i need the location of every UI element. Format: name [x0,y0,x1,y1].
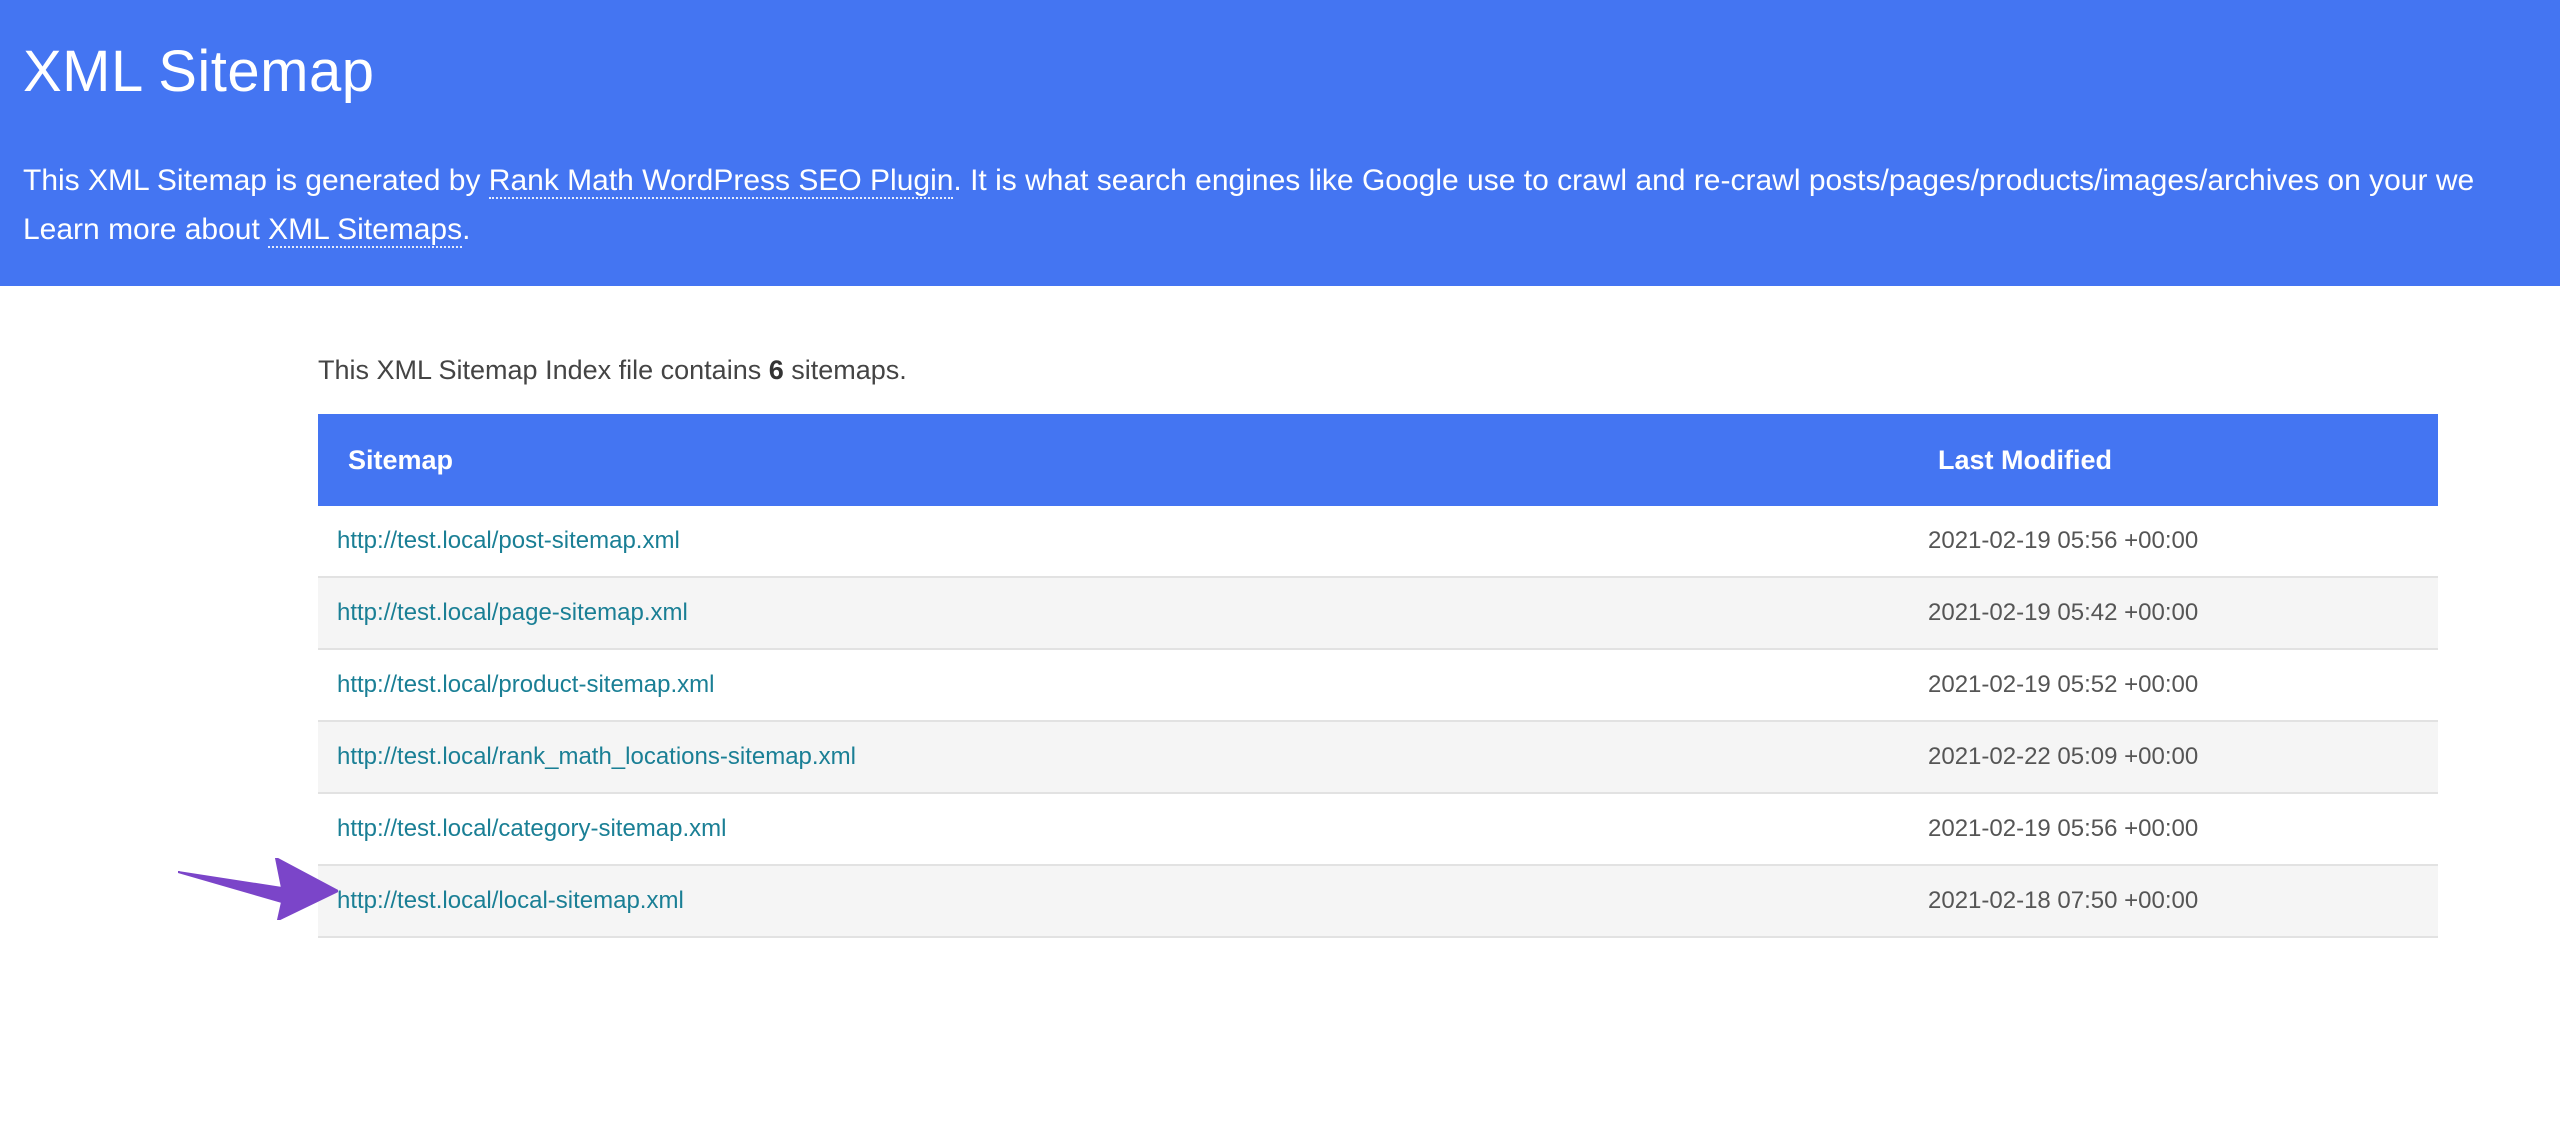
last-modified-cell: 2021-02-19 05:56 +00:00 [1928,506,2438,578]
table-row: http://test.local/product-sitemap.xml 20… [318,649,2438,722]
table-row: http://test.local/local-sitemap.xml 2021… [318,865,2438,938]
sitemap-count: 6 [768,355,784,385]
last-modified-cell: 2021-02-18 07:50 +00:00 [1928,865,2438,938]
column-header-sitemap: Sitemap [348,444,454,475]
summary-text: sitemaps. [783,355,907,385]
column-header-last-modified: Last Modified [1938,444,2112,475]
table-row: http://test.local/page-sitemap.xml 2021-… [318,577,2438,650]
header-description: This XML Sitemap is generated by Rank Ma… [23,156,2474,254]
description-text: Learn more about [23,213,269,246]
arrow-right-icon [178,858,338,920]
table-header-row: Sitemap Last Modified [318,414,2438,506]
sitemap-cell: http://test.local/product-sitemap.xml [318,649,1928,722]
description-line-1: This XML Sitemap is generated by Rank Ma… [23,156,2474,205]
sitemap-summary: This XML Sitemap Index file contains 6 s… [318,350,2438,414]
rank-math-plugin-link[interactable]: Rank Math WordPress SEO Plugin [488,164,954,199]
page-title: XML Sitemap [23,39,375,104]
sitemap-link[interactable]: http://test.local/page-sitemap.xml [337,599,688,626]
sitemap-cell: http://test.local/page-sitemap.xml [318,577,1928,650]
summary-text: This XML Sitemap Index file contains [318,355,769,385]
sitemap-cell: http://test.local/category-sitemap.xml [318,793,1928,866]
page-header: XML Sitemap This XML Sitemap is generate… [0,0,2560,286]
last-modified-cell: 2021-02-19 05:42 +00:00 [1928,577,2438,650]
table-row: http://test.local/category-sitemap.xml 2… [318,793,2438,866]
sitemap-content: This XML Sitemap Index file contains 6 s… [318,350,2438,938]
sitemap-cell: http://test.local/local-sitemap.xml [318,865,1928,938]
description-text: . It is what search engines like Google … [953,164,2475,197]
last-modified-cell: 2021-02-19 05:52 +00:00 [1928,649,2438,722]
description-line-2: Learn more about XML Sitemaps. [23,205,2474,254]
last-modified-cell: 2021-02-19 05:56 +00:00 [1928,793,2438,866]
sitemap-link[interactable]: http://test.local/post-sitemap.xml [337,527,680,554]
xml-sitemaps-link[interactable]: XML Sitemaps [268,213,463,248]
description-text: This XML Sitemap is generated by [23,164,489,197]
sitemap-link[interactable]: http://test.local/rank_math_locations-si… [337,743,856,770]
sitemap-link[interactable]: http://test.local/product-sitemap.xml [337,671,714,698]
table-row: http://test.local/post-sitemap.xml 2021-… [318,506,2438,578]
table-row: http://test.local/rank_math_locations-si… [318,721,2438,794]
sitemap-table: Sitemap Last Modified http://test.local/… [318,414,2438,938]
sitemap-cell: http://test.local/post-sitemap.xml [318,506,1928,578]
table-header: Sitemap Last Modified [318,414,2438,506]
sitemap-link[interactable]: http://test.local/local-sitemap.xml [337,887,684,914]
sitemap-cell: http://test.local/rank_math_locations-si… [318,721,1928,794]
last-modified-cell: 2021-02-22 05:09 +00:00 [1928,721,2438,794]
description-text: . [462,213,471,246]
table-body: http://test.local/post-sitemap.xml 2021-… [318,506,2438,938]
sitemap-link[interactable]: http://test.local/category-sitemap.xml [337,815,726,842]
